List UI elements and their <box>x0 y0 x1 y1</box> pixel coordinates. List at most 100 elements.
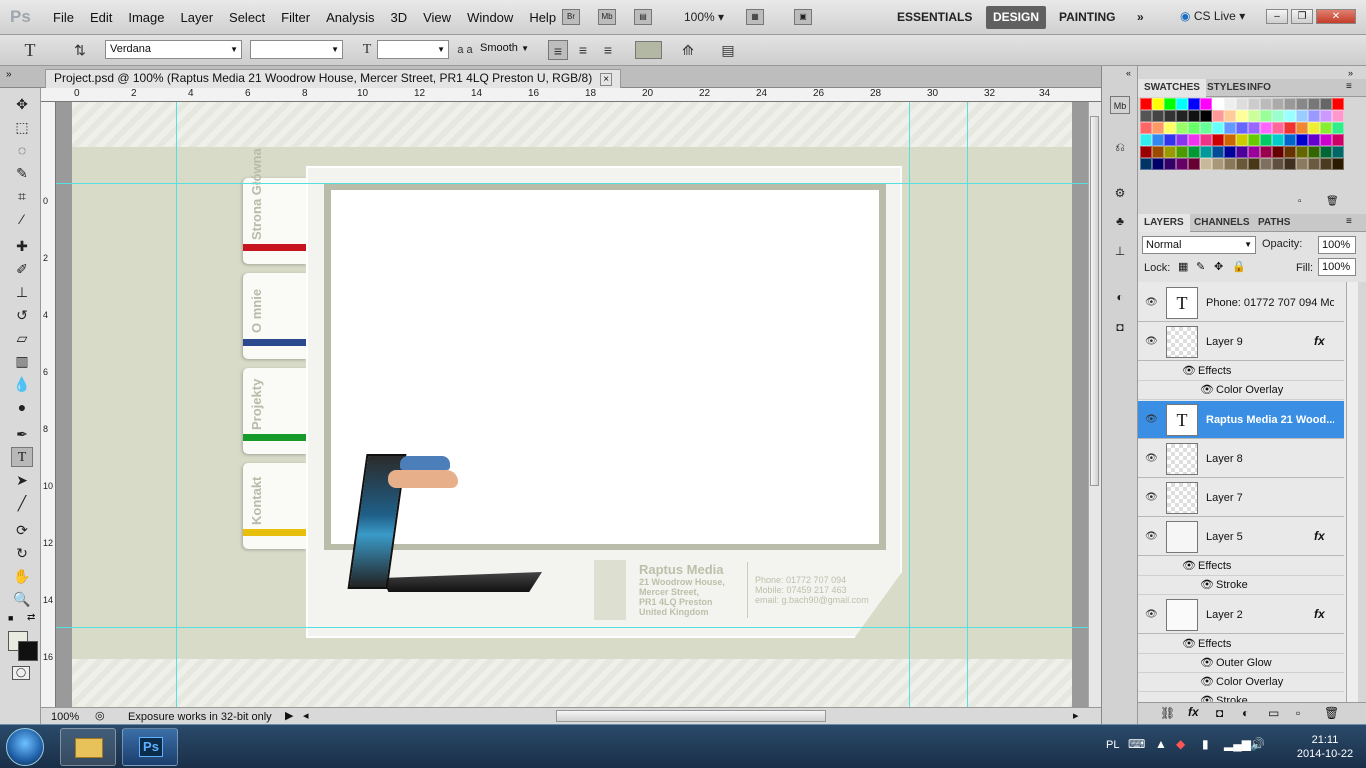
color-swatch[interactable] <box>1320 122 1332 134</box>
color-swatch[interactable] <box>1212 134 1224 146</box>
align-right-icon[interactable]: ≡ <box>598 40 618 60</box>
minimize-button[interactable]: – <box>1266 9 1288 24</box>
color-swatch[interactable] <box>1152 122 1164 134</box>
nav-tab-about[interactable]: O mnie <box>243 273 307 359</box>
color-swatch[interactable] <box>1176 98 1188 110</box>
color-swatch[interactable] <box>1296 98 1308 110</box>
effect-eye-icon[interactable]: 👁 <box>1200 381 1214 400</box>
mini-bridge-icon[interactable]: Mb <box>1110 96 1130 114</box>
brush-tool-icon[interactable]: ✐ <box>11 259 33 279</box>
visibility-eye-icon[interactable]: 👁 <box>1145 492 1158 503</box>
visibility-eye-icon[interactable]: 👁 <box>1145 531 1158 542</box>
workspace-painting[interactable]: PAINTING <box>1052 6 1122 29</box>
dodge-tool-icon[interactable]: ● <box>11 397 33 417</box>
layers-scrollbar[interactable] <box>1346 282 1358 702</box>
color-swatch[interactable] <box>1164 98 1176 110</box>
color-swatch[interactable] <box>1164 122 1176 134</box>
color-swatch[interactable] <box>1236 146 1248 158</box>
marquee-tool-icon[interactable]: ⬚ <box>11 117 33 137</box>
color-swatch[interactable] <box>1164 134 1176 146</box>
cs-live-button[interactable]: ◉ CS Live ▾ <box>1180 9 1245 23</box>
color-swatch[interactable] <box>1140 110 1152 122</box>
crop-tool-icon[interactable]: ⌗ <box>11 186 33 206</box>
tab-info[interactable]: INFO <box>1241 79 1277 97</box>
effect-row[interactable]: 👁 Stroke <box>1138 576 1344 595</box>
quick-select-tool-icon[interactable]: ✎ <box>11 163 33 183</box>
fx-icon[interactable]: fx <box>1314 334 1325 348</box>
collapse-panels-icon[interactable]: « <box>1126 68 1131 78</box>
color-swatch[interactable] <box>1224 158 1236 170</box>
color-swatch[interactable] <box>1188 146 1200 158</box>
layer-name[interactable]: Layer 8 <box>1206 453 1334 465</box>
effect-eye-icon[interactable]: 👁 <box>1200 692 1214 702</box>
font-style-select[interactable]: ▼ <box>250 40 343 59</box>
color-swatch[interactable] <box>1320 98 1332 110</box>
minibridge-button[interactable]: Mb <box>598 9 616 25</box>
color-swatch[interactable] <box>1284 110 1296 122</box>
status-zoom[interactable]: 100% <box>51 709 79 725</box>
color-swatch[interactable] <box>1284 122 1296 134</box>
color-swatch[interactable] <box>1308 134 1320 146</box>
lock-transparency-icon[interactable]: ▦ <box>1178 260 1188 273</box>
effect-eye-icon[interactable]: 👁 <box>1200 576 1214 595</box>
explorer-taskbar-item[interactable] <box>60 728 116 766</box>
vertical-scroll-thumb[interactable] <box>1090 116 1099 486</box>
effect-eye-icon[interactable]: 👁 <box>1182 362 1196 381</box>
color-swatch[interactable] <box>1212 158 1224 170</box>
layer-row[interactable]: 👁 Layer 9 fx <box>1138 323 1344 361</box>
guide-line[interactable] <box>56 627 1088 628</box>
layer-row[interactable]: 👁 Layer 5 fx <box>1138 518 1344 556</box>
color-swatch[interactable] <box>1140 158 1152 170</box>
menu-help[interactable]: Help <box>521 10 564 25</box>
color-swatch[interactable] <box>1236 134 1248 146</box>
color-swatch[interactable] <box>1224 98 1236 110</box>
menu-analysis[interactable]: Analysis <box>318 10 382 25</box>
color-swatch[interactable] <box>1200 158 1212 170</box>
link-layers-icon[interactable]: ⛓ <box>1160 706 1175 720</box>
default-colors-icon[interactable]: ■ <box>8 613 13 623</box>
new-layer-icon[interactable]: ▫ <box>1296 706 1300 720</box>
actions-icon[interactable]: ♣ <box>1110 212 1130 230</box>
fill-input[interactable]: 100% <box>1318 258 1356 276</box>
effect-row[interactable]: 👁 Outer Glow <box>1138 654 1344 673</box>
menu-file[interactable]: File <box>45 10 82 25</box>
lock-pixels-icon[interactable]: ✎ <box>1196 260 1205 273</box>
menu-edit[interactable]: Edit <box>82 10 120 25</box>
color-swatch[interactable] <box>1332 122 1344 134</box>
add-mask-icon[interactable]: ◘ <box>1216 706 1223 720</box>
color-swatch[interactable] <box>1224 146 1236 158</box>
canvas-area[interactable]: Strona Główna O mnie Projekty Kontakt Ra… <box>56 102 1088 707</box>
color-swatch[interactable] <box>1272 134 1284 146</box>
color-swatch[interactable] <box>1200 122 1212 134</box>
workspace-essentials[interactable]: ESSENTIALS <box>890 6 979 29</box>
color-swatch[interactable] <box>1248 134 1260 146</box>
color-swatch[interactable] <box>1140 98 1152 110</box>
menu-view[interactable]: View <box>415 10 459 25</box>
fx-icon[interactable]: fx <box>1314 529 1325 543</box>
eyedropper-tool-icon[interactable]: ⁄ <box>11 209 33 229</box>
color-swatch[interactable] <box>1272 98 1284 110</box>
adjustments-icon[interactable]: ⚙ <box>1110 184 1130 202</box>
color-swatch[interactable] <box>1212 110 1224 122</box>
swatches-grid[interactable] <box>1140 98 1346 170</box>
color-swatch[interactable] <box>1176 158 1188 170</box>
color-swatch[interactable] <box>1332 158 1344 170</box>
status-info-icon[interactable]: ◎ <box>95 708 105 724</box>
color-swatch[interactable] <box>1248 98 1260 110</box>
align-left-icon[interactable]: ≡ <box>548 40 568 60</box>
color-swatch[interactable] <box>1212 122 1224 134</box>
menu-select[interactable]: Select <box>221 10 273 25</box>
color-swatch[interactable] <box>1308 110 1320 122</box>
color-swatch[interactable] <box>1188 158 1200 170</box>
add-style-icon[interactable]: fx <box>1188 705 1199 719</box>
color-swatch[interactable] <box>1224 110 1236 122</box>
nav-tab-contact[interactable]: Kontakt <box>243 463 307 549</box>
close-button[interactable]: ✕ <box>1316 9 1356 24</box>
color-swatch[interactable] <box>1272 146 1284 158</box>
guide-line[interactable] <box>56 183 1088 184</box>
color-swatch[interactable] <box>1164 158 1176 170</box>
nav-tab-home[interactable]: Strona Główna <box>243 148 307 264</box>
color-swatch[interactable] <box>1176 110 1188 122</box>
color-swatch[interactable] <box>1284 134 1296 146</box>
delete-swatch-icon[interactable]: 🗑 <box>1326 196 1339 207</box>
